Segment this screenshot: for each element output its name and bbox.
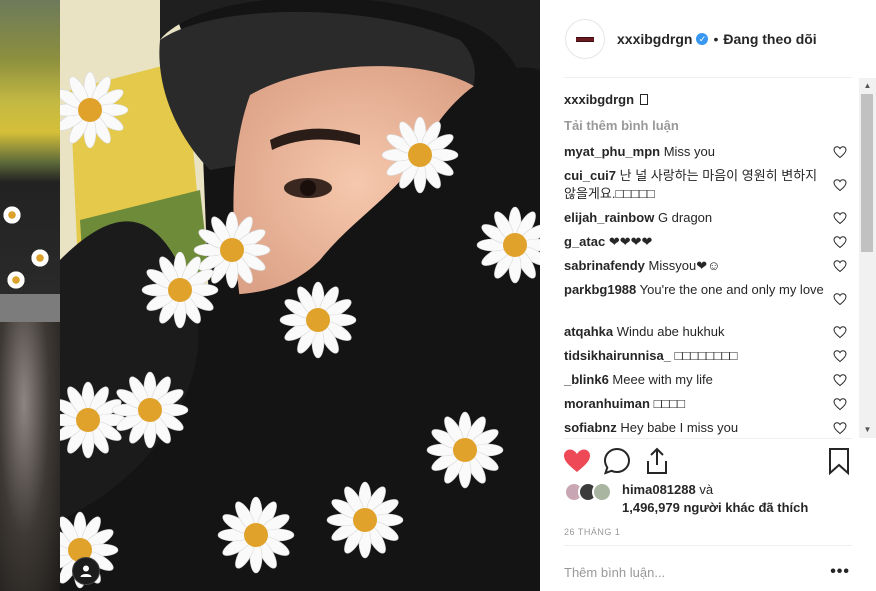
comment-username[interactable]: tidsikhairunnisa_ xyxy=(564,348,671,363)
comment-row: tidsikhairunnisa_ □□□□□□□□ xyxy=(564,344,859,368)
comment-like-heart-icon[interactable] xyxy=(833,212,847,225)
comment-username[interactable]: g_atac xyxy=(564,234,605,249)
comment-username[interactable]: moranhuiman xyxy=(564,396,650,411)
comment-text: Missyou❤☺ xyxy=(648,258,721,273)
comment-row: moranhuiman □□□□ xyxy=(564,392,859,416)
comments-list[interactable]: xxxibgdrgn Tải thêm bình luận myat_phu_m… xyxy=(564,82,859,437)
avatar[interactable] xyxy=(565,19,605,59)
post-actions xyxy=(562,446,854,476)
comment-like-heart-icon[interactable] xyxy=(833,326,847,339)
comment-text: Hey babe I miss you xyxy=(620,420,739,435)
comment-like-heart-icon[interactable] xyxy=(833,398,847,411)
comments-scrollbar[interactable]: ▲ ▼ xyxy=(859,78,876,438)
comment-username[interactable]: myat_phu_mpn xyxy=(564,144,660,159)
comment-row: _blink6 Meee with my life xyxy=(564,368,859,392)
caption-username[interactable]: xxxibgdrgn xyxy=(564,92,634,107)
comment-username[interactable]: sofiabnz xyxy=(564,420,617,435)
heart-icon[interactable] xyxy=(562,446,592,476)
verified-icon: ✓ xyxy=(696,33,709,45)
header-username[interactable]: xxxibgdrgn xyxy=(617,31,692,47)
comment-username[interactable]: sabrinafendy xyxy=(564,258,645,273)
comment-text: Windu abe hukhuk xyxy=(616,324,725,339)
actions-divider xyxy=(564,438,852,439)
likes-line-2[interactable]: 1,496,979 người khác đã thích xyxy=(622,500,808,515)
comment-text: Meee with my life xyxy=(612,372,713,387)
comment-input-divider xyxy=(564,545,852,546)
avatar[interactable] xyxy=(592,482,612,502)
comment-like-heart-icon[interactable] xyxy=(833,293,847,306)
comment-row: atqahka Windu abe hukhuk xyxy=(564,320,859,344)
comment-like-heart-icon[interactable] xyxy=(833,236,847,249)
caption-glyph xyxy=(639,94,648,105)
bookmark-icon[interactable] xyxy=(824,446,854,476)
comment-text: G dragon xyxy=(657,210,713,225)
share-icon[interactable] xyxy=(642,446,672,476)
previous-post-image-2[interactable] xyxy=(0,322,60,591)
comment-username[interactable]: atqahka xyxy=(564,324,613,339)
comment-text: □□□□□□□□ xyxy=(674,348,738,363)
scroll-thumb[interactable] xyxy=(861,94,873,252)
post-photo-illustration xyxy=(60,0,540,591)
user-tag-button[interactable] xyxy=(72,557,100,585)
caption: xxxibgdrgn xyxy=(564,82,859,116)
previous-post-image[interactable] xyxy=(0,0,60,294)
comment-text: ❤❤❤❤ xyxy=(608,234,653,249)
comment-like-heart-icon[interactable] xyxy=(833,179,847,192)
comment-row: sofiabnz Hey babe I miss you xyxy=(564,416,859,437)
comment-row: myat_phu_mpn Miss you xyxy=(564,140,859,164)
load-more-comments-button[interactable]: Tải thêm bình luận xyxy=(564,116,859,140)
comment-row: cui_cui7 난 널 사랑하는 마음이 영원히 변하지 않을게요.□□□□□ xyxy=(564,164,859,206)
comment-text: Miss you xyxy=(663,144,715,159)
comment-text: □□□□ xyxy=(653,396,686,411)
likes-count[interactable]: 1,496,979 xyxy=(622,500,680,515)
comment-username[interactable]: elijah_rainbow xyxy=(564,210,654,225)
more-options-button[interactable]: ••• xyxy=(830,563,850,581)
comment-username[interactable]: _blink6 xyxy=(564,372,609,387)
liker-username[interactable]: hima081288 xyxy=(622,482,696,497)
comment-like-heart-icon[interactable] xyxy=(833,146,847,159)
post-details-panel: xxxibgdrgn ✓ • Đang theo dõi xxxibgdrgn … xyxy=(540,0,876,591)
likes-rest[interactable]: người khác đã thích xyxy=(683,500,808,515)
comment-username[interactable]: parkbg1988 xyxy=(564,282,636,297)
header-divider xyxy=(564,77,852,78)
comment-like-heart-icon[interactable] xyxy=(833,374,847,387)
comment-row: parkbg1988 You're the one and only my lo… xyxy=(564,278,859,320)
user-tag-icon xyxy=(80,565,92,577)
previous-post-thumbnails[interactable] xyxy=(0,0,60,591)
comment-row: sabrinafendy Missyou❤☺ xyxy=(564,254,859,278)
comment-text: You're the one and only my love xyxy=(639,282,824,297)
comment-row: g_atac ❤❤❤❤ xyxy=(564,230,859,254)
comment-row: elijah_rainbow G dragon xyxy=(564,206,859,230)
comment-like-heart-icon[interactable] xyxy=(833,260,847,273)
scroll-up-arrow[interactable]: ▲ xyxy=(859,80,876,92)
liker-avatars[interactable] xyxy=(564,482,628,504)
header-separator: • xyxy=(713,31,719,47)
comment-like-heart-icon[interactable] xyxy=(833,350,847,363)
comment-username[interactable]: cui_cui7 xyxy=(564,168,616,183)
comment-icon[interactable] xyxy=(602,446,632,476)
comment-like-heart-icon[interactable] xyxy=(833,422,847,435)
scroll-down-arrow[interactable]: ▼ xyxy=(859,424,876,436)
follow-status-button[interactable]: Đang theo dõi xyxy=(723,31,816,47)
add-comment-input[interactable]: Thêm bình luận... xyxy=(564,565,665,580)
post-date[interactable]: 26 THÁNG 1 xyxy=(564,527,620,537)
post-photo xyxy=(60,0,540,591)
likes-line-1: hima081288 và xyxy=(622,482,713,497)
likes-conjunction: và xyxy=(699,482,714,497)
post-header: xxxibgdrgn ✓ • Đang theo dõi xyxy=(540,0,876,78)
instagram-post-modal: xxxibgdrgn ✓ • Đang theo dõi xxxibgdrgn … xyxy=(0,0,876,591)
